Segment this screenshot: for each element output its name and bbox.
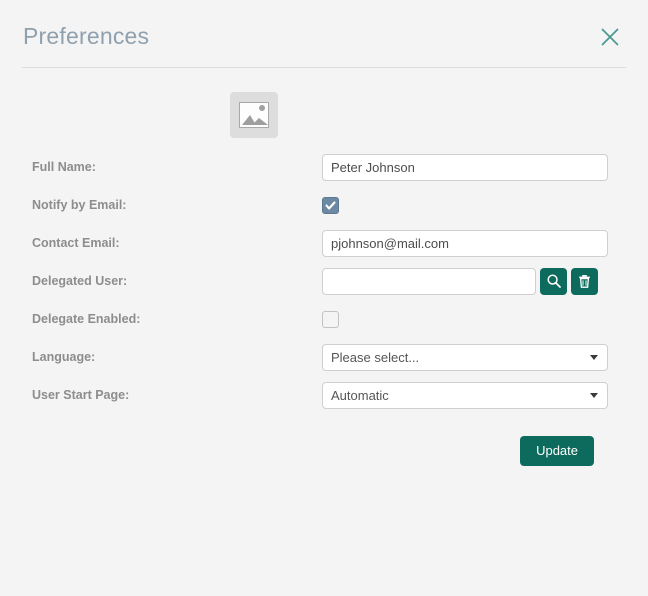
update-button[interactable]: Update: [520, 436, 594, 466]
control-full-name: [322, 148, 626, 186]
control-language: Please select...: [322, 338, 626, 376]
label-delegate-enabled: Delegate Enabled:: [32, 312, 141, 326]
language-select-value: Please select...: [331, 349, 420, 365]
avatar[interactable]: [230, 92, 278, 138]
label-notify-by-email: Notify by Email:: [32, 198, 127, 212]
label-delegated-user: Delegated User:: [32, 274, 128, 288]
control-user-start-page: Automatic: [322, 376, 626, 414]
sun-shape: [259, 105, 265, 111]
dialog-body: Full Name: Notify by Email: Contact Emai…: [0, 68, 648, 466]
notify-by-email-checkbox[interactable]: [322, 196, 339, 214]
close-button[interactable]: [596, 23, 624, 51]
dialog-footer: Update: [22, 414, 626, 466]
avatar-row: [22, 68, 626, 148]
dialog-header: Preferences: [0, 0, 648, 68]
label-user-start-page: User Start Page:: [32, 388, 130, 402]
page-title: Preferences: [23, 23, 150, 49]
user-start-page-select[interactable]: Automatic: [322, 381, 608, 409]
delegated-user-input[interactable]: [322, 267, 536, 295]
delegate-enabled-checkbox[interactable]: [322, 310, 339, 328]
delegated-user-search-button[interactable]: [540, 267, 567, 295]
control-contact-email: [322, 224, 626, 262]
label-full-name: Full Name:: [32, 160, 96, 174]
chevron-down-icon: [590, 392, 598, 398]
search-icon: [546, 273, 562, 289]
image-placeholder-icon: [239, 102, 269, 128]
label-language: Language:: [32, 350, 96, 364]
preferences-form: Full Name: Notify by Email: Contact Emai…: [22, 148, 626, 414]
label-contact-email: Contact Email:: [32, 236, 120, 250]
preferences-dialog: Preferences Full Name: Peter Johnson Not…: [0, 0, 648, 596]
chevron-down-icon: [590, 354, 598, 360]
full-name-input[interactable]: [322, 153, 608, 181]
control-delegate-enabled: [322, 300, 626, 338]
mountain-shape: [242, 115, 268, 125]
contact-email-input[interactable]: [322, 229, 608, 257]
header-divider: [22, 67, 626, 68]
control-delegated-user: [322, 262, 626, 300]
delegated-user-delete-button[interactable]: [571, 267, 598, 295]
control-notify-by-email: [322, 186, 626, 224]
language-select[interactable]: Please select...: [322, 343, 608, 371]
check-icon: [324, 199, 337, 212]
trash-icon: [577, 274, 592, 289]
close-icon: [600, 27, 620, 47]
user-start-page-select-value: Automatic: [331, 387, 389, 403]
